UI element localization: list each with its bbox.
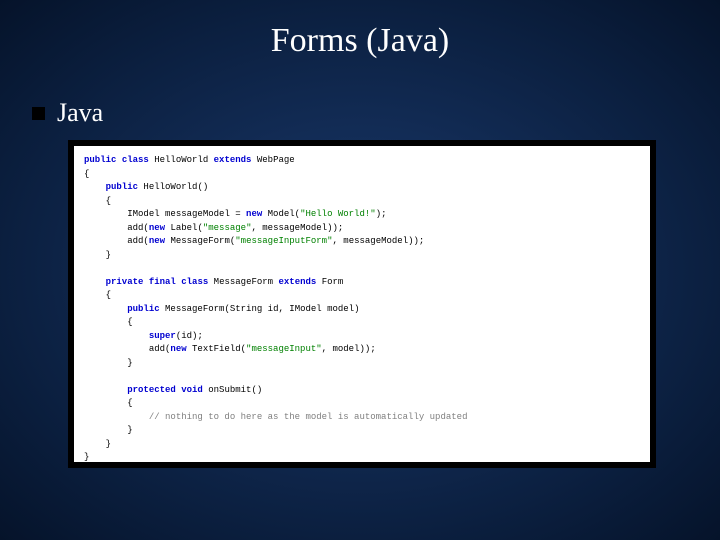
identifier: id [181, 331, 192, 341]
brace: { [84, 169, 89, 179]
op: = [230, 209, 246, 219]
keyword: extends [279, 277, 317, 287]
keyword: public [127, 304, 159, 314]
keyword: extends [214, 155, 252, 165]
identifier: id [268, 304, 279, 314]
parens: () [197, 182, 208, 192]
keyword: new [149, 223, 165, 233]
brace: } [106, 250, 111, 260]
identifier: add [127, 236, 143, 246]
bullet-item: Java [32, 98, 103, 128]
identifier: messageModel [262, 223, 327, 233]
type: IModel [127, 209, 159, 219]
identifier: messageModel [343, 236, 408, 246]
semi: ; [338, 223, 343, 233]
keyword: protected [127, 385, 176, 395]
keyword: final [149, 277, 176, 287]
class-name: HelloWorld [154, 155, 208, 165]
ctor-name: HelloWorld [143, 182, 197, 192]
class-name: Label [170, 223, 197, 233]
string: "messageInputForm" [235, 236, 332, 246]
keyword: void [181, 385, 203, 395]
class-name: Model [268, 209, 295, 219]
keyword: new [246, 209, 262, 219]
bullet-label: Java [57, 98, 103, 128]
keyword: super [149, 331, 176, 341]
identifier: messageModel [165, 209, 230, 219]
brace: { [127, 317, 132, 327]
keyword: new [170, 344, 186, 354]
semi: ; [197, 331, 202, 341]
brace: } [106, 439, 111, 449]
keyword: class [122, 155, 149, 165]
brace: { [127, 398, 132, 408]
string: "Hello World!" [300, 209, 376, 219]
class-name: MessageForm [214, 277, 273, 287]
string: "message" [203, 223, 252, 233]
brace: { [106, 196, 111, 206]
semi: ; [370, 344, 375, 354]
code-block: public class HelloWorld extends WebPage … [74, 146, 650, 462]
class-name: TextField [192, 344, 241, 354]
class-name: MessageForm [170, 236, 229, 246]
brace: } [84, 452, 89, 462]
type: String [230, 304, 262, 314]
code-block-frame: public class HelloWorld extends WebPage … [68, 140, 656, 468]
bullet-icon [32, 107, 45, 120]
semi: ; [419, 236, 424, 246]
comment: // nothing to do here as the model is au… [149, 412, 468, 422]
keyword: private [106, 277, 144, 287]
brace: } [127, 358, 132, 368]
method-name: onSubmit [208, 385, 251, 395]
identifier: add [127, 223, 143, 233]
class-name: Form [322, 277, 344, 287]
ctor-name: MessageForm [165, 304, 224, 314]
parens: () [251, 385, 262, 395]
identifier: add [149, 344, 165, 354]
brace: } [127, 425, 132, 435]
string: "messageInput" [246, 344, 322, 354]
keyword: public [84, 155, 116, 165]
keyword: public [106, 182, 138, 192]
keyword: class [181, 277, 208, 287]
keyword: new [149, 236, 165, 246]
slide-title: Forms (Java) [0, 22, 720, 60]
semi: ; [381, 209, 386, 219]
brace: { [106, 290, 111, 300]
class-name: WebPage [257, 155, 295, 165]
identifier: model [332, 344, 359, 354]
type: IModel [289, 304, 321, 314]
identifier: model [327, 304, 354, 314]
